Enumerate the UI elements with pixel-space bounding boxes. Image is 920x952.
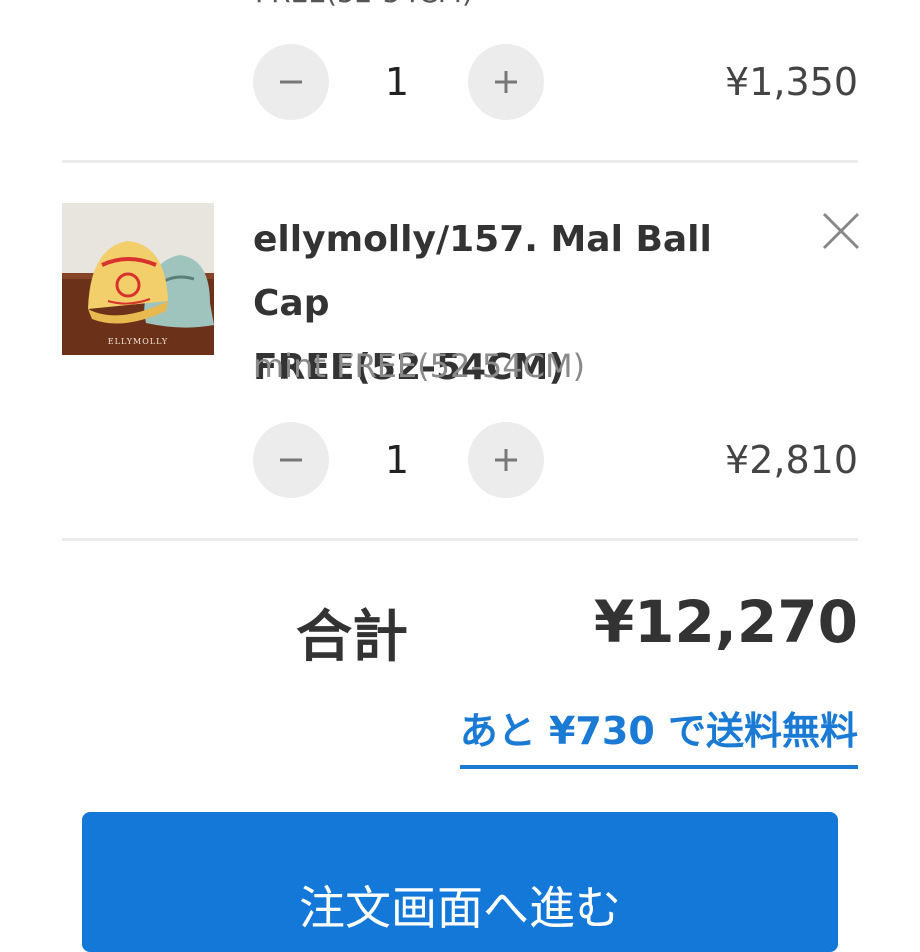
close-icon bbox=[822, 212, 860, 250]
item1-price: ¥1,350 bbox=[725, 60, 858, 104]
remove-item-button[interactable] bbox=[820, 210, 862, 252]
item1-quantity: 1 bbox=[384, 60, 410, 104]
cap-image bbox=[62, 203, 214, 355]
thumbnail-brand-text: ELLYMOLLY bbox=[107, 337, 169, 346]
total-value: ¥12,270 bbox=[593, 588, 858, 656]
item2-price: ¥2,810 bbox=[725, 438, 858, 482]
item1-decrease-button[interactable] bbox=[253, 44, 329, 120]
minus-icon bbox=[280, 80, 302, 84]
item2-increase-button[interactable] bbox=[468, 422, 544, 498]
free-shipping-link[interactable]: あと ¥730 で送料無料 bbox=[459, 700, 858, 769]
item-divider bbox=[62, 538, 858, 541]
item2-variant: mint FREE(52-54CM) bbox=[253, 347, 586, 385]
item2-decrease-button[interactable] bbox=[253, 422, 329, 498]
checkout-button[interactable]: 注文画面へ進む bbox=[82, 812, 838, 952]
item1-title-partial: FREE(52-54CM) bbox=[255, 0, 473, 9]
item2-title-line1: ellymolly/157. Mal Ball Cap bbox=[253, 219, 712, 324]
item2-quantity: 1 bbox=[384, 438, 410, 482]
plus-icon bbox=[495, 449, 517, 471]
item-divider bbox=[62, 160, 858, 163]
product-thumbnail[interactable]: ELLYMOLLY bbox=[62, 203, 214, 355]
item1-increase-button[interactable] bbox=[468, 44, 544, 120]
total-label: 合計 bbox=[296, 605, 408, 670]
minus-icon bbox=[280, 458, 302, 462]
plus-icon bbox=[495, 71, 517, 93]
